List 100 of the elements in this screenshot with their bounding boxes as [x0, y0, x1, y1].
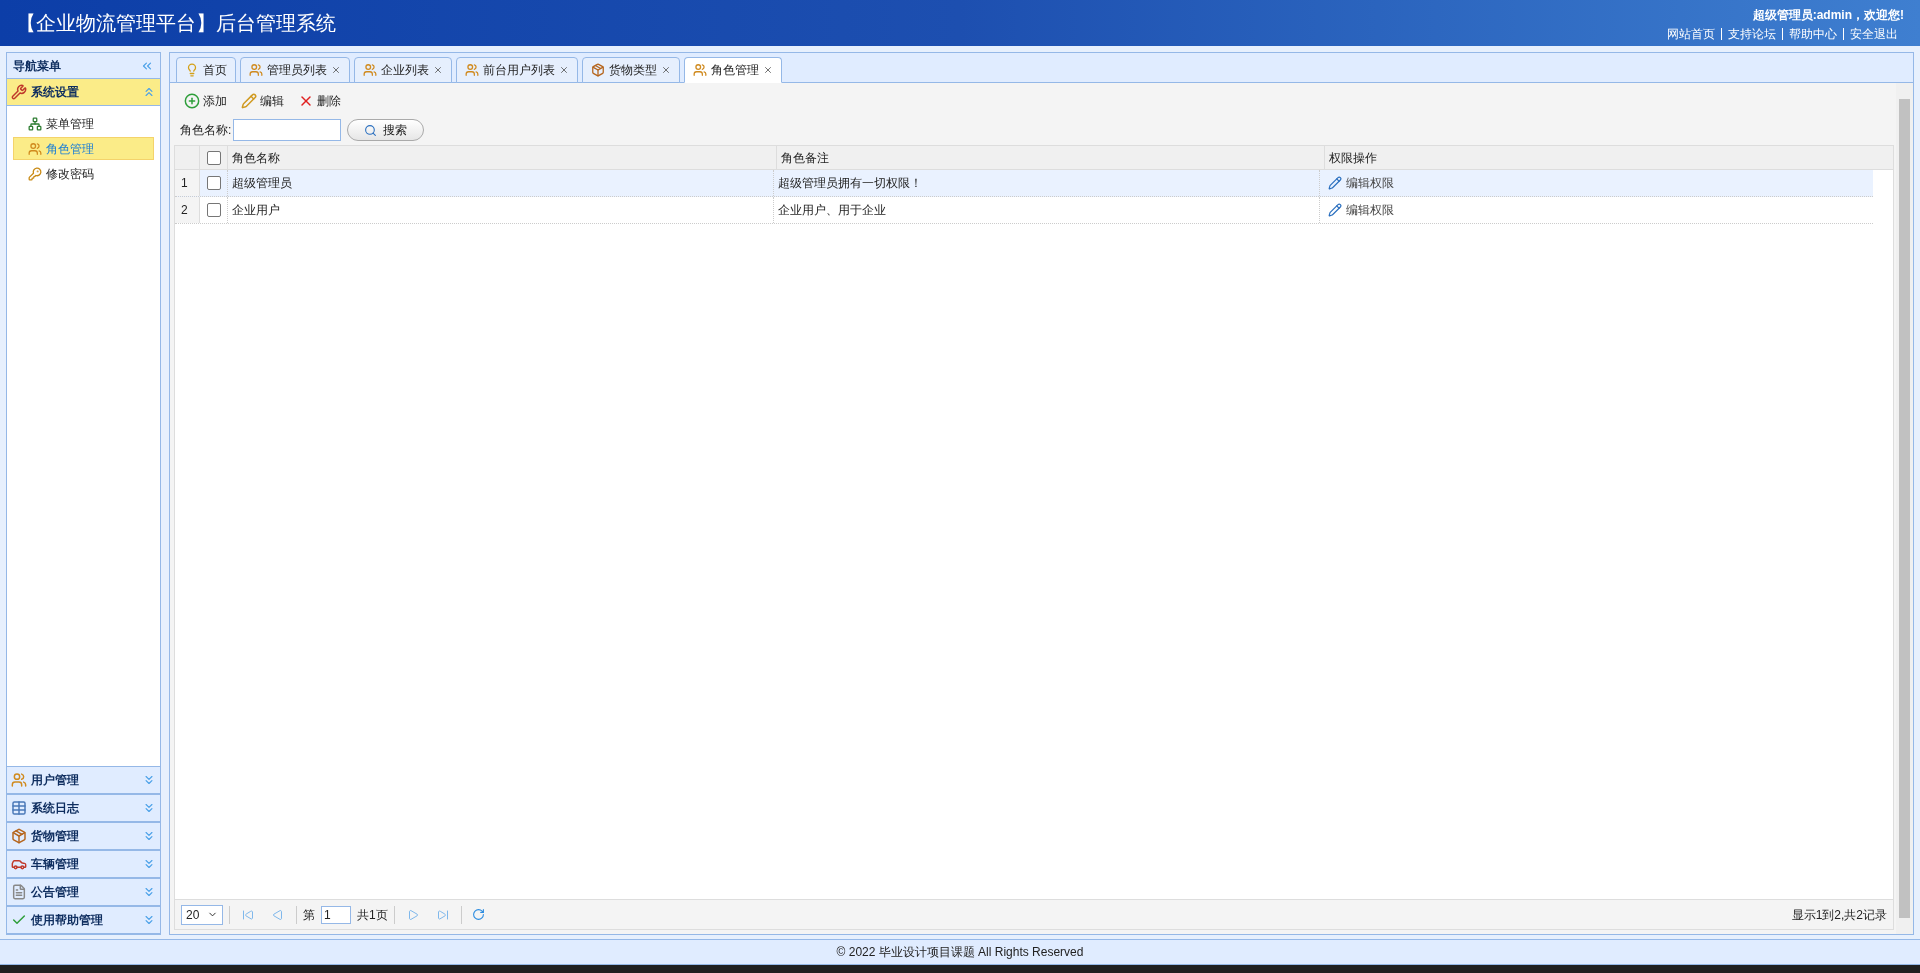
row-number: 1 [175, 170, 200, 196]
tab-label: 管理员列表 [267, 62, 327, 79]
pencil-icon [1328, 176, 1342, 190]
refresh-icon[interactable] [471, 908, 485, 921]
table-cell: 企业用户、用于企业 [774, 197, 1320, 223]
lightbulb-icon [185, 63, 199, 77]
app-title: 【企业物流管理平台】后台管理系统 [16, 11, 336, 36]
page-prefix: 第 [303, 906, 315, 924]
section-label: 系统日志 [31, 800, 80, 817]
expand-icon[interactable] [142, 773, 156, 787]
search-button[interactable]: 搜索 [347, 119, 425, 141]
edit-permission-link[interactable]: 编辑权限 [1328, 174, 1394, 192]
table-icon [11, 800, 27, 816]
menu-section-header[interactable]: 系统设置 [7, 79, 160, 106]
expand-icon[interactable] [142, 829, 156, 843]
column-header[interactable]: 权限操作 [1325, 146, 1873, 169]
last-page-icon[interactable] [436, 908, 449, 921]
document-icon [11, 884, 27, 900]
toolbar-button[interactable]: 编辑 [241, 92, 284, 110]
menu-section-header[interactable]: 系统日志 [7, 795, 160, 822]
expand-icon[interactable] [142, 801, 156, 815]
section-label: 公告管理 [31, 884, 80, 901]
tab[interactable]: 货物类型 [582, 57, 680, 83]
delete-icon [298, 93, 314, 109]
close-icon[interactable] [433, 65, 443, 75]
menu-section-header[interactable]: 公告管理 [7, 879, 160, 906]
page-field[interactable]: 1 [321, 905, 351, 924]
header-link[interactable]: 帮助中心 [1782, 28, 1843, 40]
pencil-icon [241, 93, 257, 109]
table-row[interactable]: 1 超级管理员 超级管理员拥有一切权限！ 编辑权限 [175, 170, 1873, 197]
toolbar-button[interactable]: 删除 [298, 92, 341, 110]
close-icon[interactable] [763, 65, 773, 75]
checkbox[interactable] [206, 176, 221, 190]
next-page-icon[interactable] [406, 908, 419, 921]
header-link[interactable]: 支持论坛 [1721, 28, 1782, 40]
toolbar-button[interactable]: 添加 [184, 92, 227, 110]
wrench-icon [11, 84, 27, 100]
tab-label: 前台用户列表 [483, 62, 555, 79]
search-icon [364, 123, 378, 137]
close-icon[interactable] [661, 65, 671, 75]
menu-section-header[interactable]: 用户管理 [7, 767, 160, 794]
collapse-icon[interactable] [142, 85, 156, 99]
checkbox[interactable] [206, 203, 221, 217]
menu-item-label: 菜单管理 [46, 115, 94, 133]
tab-label: 货物类型 [609, 62, 657, 79]
tab[interactable]: 首页 [176, 57, 236, 83]
menu-item[interactable]: 修改密码 [13, 162, 154, 185]
scrollbar[interactable] [1896, 83, 1913, 934]
users-icon [363, 63, 377, 77]
row-number: 2 [175, 197, 200, 223]
sidebar-title: 导航菜单 [13, 57, 61, 75]
expand-icon[interactable] [142, 913, 156, 927]
table-row[interactable]: 2 企业用户 企业用户、用于企业 编辑权限 [175, 197, 1873, 224]
first-page-icon[interactable] [242, 908, 254, 921]
section-label: 车辆管理 [31, 856, 80, 873]
sitemap-icon [28, 116, 42, 131]
box-icon [591, 63, 605, 77]
section-label: 使用帮助管理 [31, 912, 104, 929]
expand-icon[interactable] [142, 857, 156, 871]
key-icon [28, 166, 42, 181]
users-icon [249, 63, 263, 77]
users-icon [28, 141, 42, 156]
tab[interactable]: 企业列表 [354, 57, 452, 83]
copyright-text: © 2022 毕业设计项目课题 All Rights Reserved [836, 944, 1084, 961]
column-header[interactable]: 角色备注 [776, 146, 1326, 169]
menu-item[interactable]: 菜单管理 [13, 112, 154, 135]
close-icon[interactable] [331, 65, 341, 75]
checkbox[interactable] [206, 150, 221, 165]
pencil-icon [1328, 203, 1342, 217]
page-size-select[interactable]: 20 [181, 904, 223, 925]
section-label: 货物管理 [31, 828, 80, 845]
expand-icon[interactable] [142, 885, 156, 899]
search-label: 角色名称: [180, 122, 232, 139]
menu-item[interactable]: 角色管理 [13, 137, 154, 160]
edit-permission-link[interactable]: 编辑权限 [1328, 201, 1394, 219]
box-icon [11, 828, 27, 844]
section-label: 系统设置 [31, 84, 80, 101]
users-icon [693, 63, 707, 77]
previous-page-icon[interactable] [272, 908, 284, 921]
table-cell: 超级管理员 [228, 170, 774, 196]
section-label: 用户管理 [31, 772, 80, 789]
table-cell: 超级管理员拥有一切权限！ [774, 170, 1320, 196]
menu-section-header[interactable]: 车辆管理 [7, 851, 160, 878]
header-link[interactable]: 安全退出 [1843, 28, 1904, 40]
table-cell: 企业用户 [228, 197, 774, 223]
tab[interactable]: 管理员列表 [240, 57, 350, 83]
tab-label: 首页 [203, 62, 227, 79]
menu-item-label: 角色管理 [46, 140, 94, 158]
tab[interactable]: 前台用户列表 [456, 57, 578, 83]
close-icon[interactable] [559, 65, 569, 75]
header-link[interactable]: 网站首页 [1661, 28, 1721, 40]
record-summary: 显示1到2,共2记录 [1791, 906, 1887, 924]
search-field[interactable] [233, 119, 342, 141]
menu-item-label: 修改密码 [46, 165, 94, 183]
column-header[interactable]: 角色名称 [228, 146, 777, 169]
tab[interactable]: 角色管理 [684, 57, 782, 83]
menu-section-header[interactable]: 货物管理 [7, 823, 160, 850]
menu-section-header[interactable]: 使用帮助管理 [7, 907, 160, 934]
users-icon [465, 63, 479, 77]
plus-icon [184, 93, 200, 109]
